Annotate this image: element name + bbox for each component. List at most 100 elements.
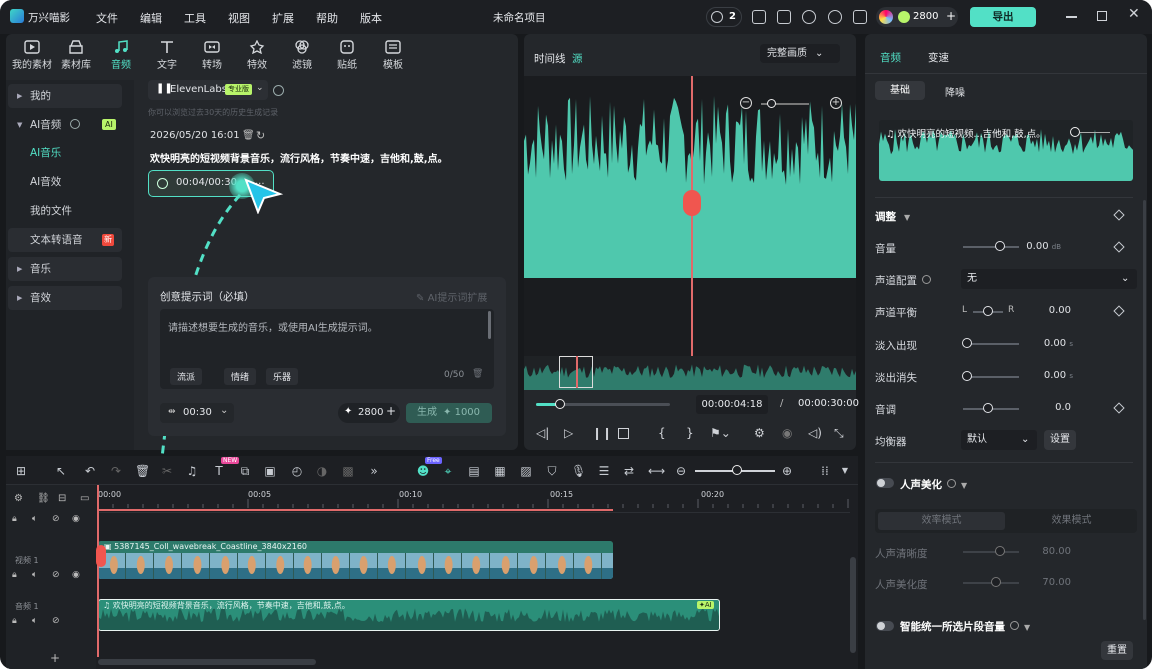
pause-icon[interactable]: ❙❙ <box>592 426 612 440</box>
cloud-upload-icon[interactable] <box>802 10 816 24</box>
current-time[interactable]: 00:00:04:18 <box>696 395 768 414</box>
grid-view-icon[interactable]: ⁞⁞ <box>818 464 832 478</box>
smart-volume-heading[interactable]: 智能统一所选片段音量 ▼ <box>900 619 1030 634</box>
timeline-vscrollbar[interactable] <box>850 557 856 653</box>
zoom-out-icon[interactable]: − <box>740 97 752 109</box>
mask-icon[interactable]: ◑ <box>315 464 329 478</box>
add-track-icon[interactable]: ⊟ <box>58 493 66 504</box>
ai-copilot-icon[interactable]: ☻ <box>416 464 430 478</box>
settings-icon[interactable]: ⚙ <box>754 426 765 440</box>
tool-sticker[interactable]: 贴纸 <box>329 40 365 71</box>
zoom-knob[interactable] <box>767 99 776 108</box>
tab-source[interactable]: 源 <box>572 51 583 66</box>
mixer-icon[interactable]: ☰ <box>597 464 611 478</box>
close-icon[interactable]: ✕ <box>1128 6 1140 22</box>
voice-toggle[interactable] <box>876 478 894 488</box>
timeline-hscrollbar[interactable] <box>98 659 316 665</box>
layout-icon[interactable]: ⊞ <box>14 464 28 478</box>
replace-icon[interactable]: ⇄ <box>622 464 636 478</box>
menu-tools[interactable]: 工具 <box>184 12 206 25</box>
volume-icon[interactable]: 🔈︎ <box>32 616 37 626</box>
balance-value[interactable]: 0.00 <box>1011 305 1071 316</box>
redo-icon[interactable]: ↷ <box>109 464 123 478</box>
maximize-icon[interactable] <box>1097 11 1107 21</box>
menu-view[interactable]: 视图 <box>228 12 250 25</box>
tag-instrument[interactable]: 乐器 <box>266 368 299 385</box>
equalizer-select[interactable]: 默认 ⌄ <box>961 430 1037 450</box>
subtab-basic[interactable]: 基础 <box>875 81 925 100</box>
fullscreen-icon[interactable]: ⤡ <box>834 426 844 441</box>
volume-icon[interactable]: 🔈︎ <box>32 514 37 524</box>
fade-in-knob[interactable] <box>962 338 972 348</box>
tab-timeline[interactable]: 时间线 <box>534 51 566 66</box>
sidebar-item-mine[interactable]: ▶ 我的 <box>8 84 122 108</box>
timeline-playhead[interactable] <box>97 485 99 657</box>
credits-pill[interactable]: 2800 + <box>876 7 958 27</box>
apps-grid-icon[interactable] <box>853 10 867 24</box>
mode-effect[interactable]: 效果模式 <box>1009 512 1134 530</box>
menu-extend[interactable]: 扩展 <box>272 12 294 25</box>
generate-button[interactable]: 生成 ✦ 1000 <box>406 403 492 423</box>
subtab-denoise[interactable]: 降噪 <box>945 84 965 99</box>
text-tool-icon[interactable]: T <box>212 464 226 478</box>
scene-icon[interactable]: ▤ <box>467 464 481 478</box>
audio-clip[interactable]: ♫ 欢快明亮的短视频背景音乐，流行风格，节奏中速，吉他和,鼓,点。 ✦AI <box>98 599 720 631</box>
provider-select[interactable]: ❚❚ ElevenLabs 专业版 ⌄ <box>148 80 268 100</box>
crop-icon[interactable]: ⧉ <box>238 464 252 478</box>
eye-icon[interactable]: ◉ <box>72 570 80 580</box>
tool-transition[interactable]: 转场 <box>194 40 230 71</box>
save-icon[interactable] <box>777 10 791 24</box>
sidebar-item-ai-audio[interactable]: ▼ AI音频 AI <box>8 113 122 137</box>
delete-icon[interactable]: 🗑 <box>242 130 255 141</box>
select-tool-icon[interactable]: ↖ <box>54 464 68 478</box>
tool-text[interactable]: 文字 <box>149 40 185 71</box>
undo-icon[interactable]: ↶ <box>83 464 97 478</box>
export-button[interactable]: 导出 <box>970 7 1036 27</box>
tracks-icon[interactable]: ▦ <box>493 464 507 478</box>
tool-template[interactable]: 模板 <box>375 40 411 71</box>
tool-effects[interactable]: 特效 <box>239 40 275 71</box>
voice-clarity-knob[interactable] <box>995 546 1005 556</box>
timeline-zoom-knob[interactable] <box>732 465 742 475</box>
tag-genre[interactable]: 流派 <box>170 368 203 385</box>
marker-icon[interactable]: ⚑⌄ <box>710 426 731 440</box>
lock-icon[interactable]: 🔒︎ <box>12 616 17 626</box>
support-icon[interactable] <box>828 10 842 24</box>
volume-value[interactable]: 0.00 dB <box>1001 241 1061 252</box>
snapshot-icon[interactable]: ◉ <box>782 426 792 440</box>
quality-select[interactable]: 完整画质 ⌄ <box>760 44 840 63</box>
playhead-handle[interactable] <box>683 190 701 216</box>
mute-icon[interactable]: ⊘ <box>52 570 60 580</box>
tool-library[interactable]: 素材库 <box>58 40 94 71</box>
play-icon[interactable]: ▷ <box>564 426 573 440</box>
adjust-heading[interactable]: 调整 ▼ <box>875 209 910 224</box>
tool-audio[interactable]: 音频 <box>103 40 139 71</box>
zoom-out-icon[interactable]: ⊖ <box>674 464 688 478</box>
duration-select[interactable]: ⇹ 00:30 ⌄ <box>160 403 234 423</box>
equalizer-settings-button[interactable]: 设置 <box>1044 430 1076 450</box>
mute-icon[interactable]: ⊘ <box>52 514 60 524</box>
tag-mood[interactable]: 情绪 <box>224 368 257 385</box>
voice-beauty-value[interactable]: 70.00 <box>1011 577 1071 588</box>
preview-progress-knob[interactable] <box>555 399 565 409</box>
volume-icon[interactable]: 🔈︎ <box>32 570 37 580</box>
prompt-extend-button[interactable]: ✎ AI提示词扩展 <box>416 289 487 304</box>
add-track-button[interactable]: + <box>50 651 60 665</box>
clear-icon[interactable]: 🗑 <box>472 369 483 379</box>
clip-progress-knob[interactable] <box>1070 127 1080 137</box>
tool-my-media[interactable]: 我的素材 <box>12 40 52 71</box>
menu-version[interactable]: 版本 <box>360 12 382 25</box>
properties-scrollbar[interactable] <box>1143 200 1146 620</box>
sidebar-item-my-files[interactable]: 我的文件 <box>8 199 122 223</box>
lock-icon[interactable]: 🔒︎ <box>12 514 17 524</box>
fade-in-value[interactable]: 0.00 s <box>1013 338 1073 349</box>
video-clip[interactable]: ▣ 5387145_Coll_wavebreak_Coastline_3840x… <box>98 541 613 579</box>
track-manage-icon[interactable]: ▭ <box>80 493 89 504</box>
link-icon[interactable]: ⛓ <box>37 493 50 504</box>
more-tools-icon[interactable]: » <box>367 464 381 478</box>
mic-icon[interactable]: 🎙 <box>571 464 586 478</box>
settings-icon[interactable]: ⚙ <box>14 493 23 504</box>
delete-icon[interactable]: 🗑 <box>135 464 150 478</box>
help-icon[interactable] <box>273 85 284 96</box>
volume-icon[interactable]: ◁) <box>808 426 822 440</box>
